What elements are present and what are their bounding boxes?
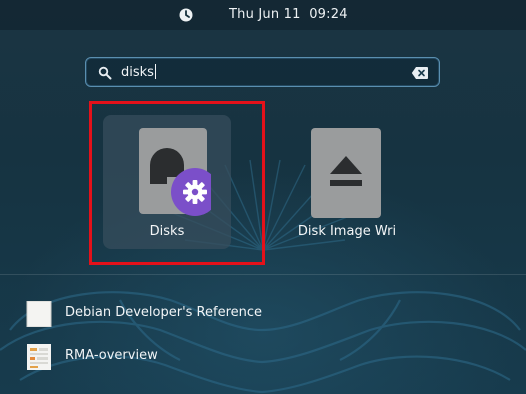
search-input-text: disks [121, 65, 154, 80]
app-disk-image-writer[interactable]: Disk Image Wri [283, 115, 411, 249]
document-icon [27, 344, 51, 370]
results-divider [0, 274, 526, 275]
document-icon [26, 301, 52, 327]
text-caret [154, 64, 156, 79]
search-result-label: RMA-overview [65, 348, 158, 363]
selection-highlight-box [89, 101, 265, 265]
search-icon [98, 66, 112, 80]
eject-drive-icon [311, 128, 381, 218]
app-label: Disk Image Wri [297, 224, 397, 239]
clock-icon[interactable] [178, 7, 194, 23]
search-input[interactable]: disks [121, 63, 401, 83]
search-field[interactable]: disks [85, 57, 440, 87]
backspace-clear-icon[interactable] [411, 66, 429, 80]
search-result-label: Debian Developer's Reference [65, 305, 263, 320]
clock-label[interactable]: Thu Jun 11 09:24 [229, 7, 348, 22]
top-bar: Thu Jun 11 09:24 [0, 0, 526, 30]
